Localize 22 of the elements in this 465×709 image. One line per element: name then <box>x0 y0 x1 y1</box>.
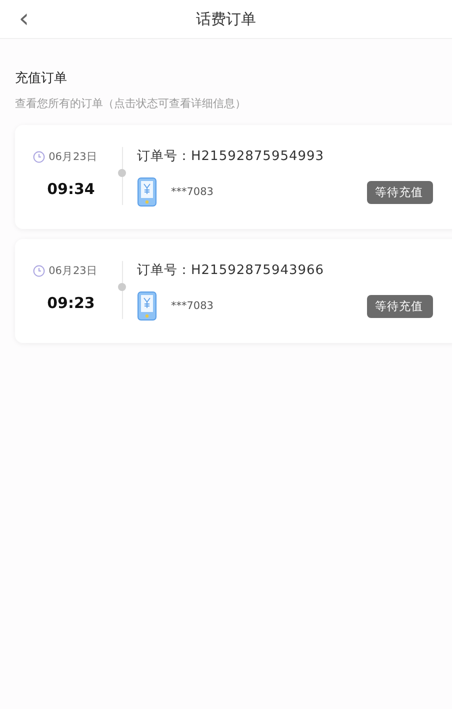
order-time: 09:34 <box>46 180 95 198</box>
order-number: 订单号：H21592875954993 <box>137 148 326 165</box>
phone-number: ***7083 <box>171 186 214 198</box>
status-button[interactable]: 等待充值 <box>367 294 433 318</box>
order-number: 订单号：H21592875943966 <box>137 262 326 279</box>
back-button[interactable]: ‹ <box>14 7 34 31</box>
phone-icon <box>137 177 157 207</box>
order-card[interactable]: 06月23日 09:23 订单号：H21592875943966 ***7083 等待充值 <box>15 239 452 343</box>
status-button[interactable]: 等待充值 <box>367 180 433 204</box>
phone-icon <box>137 291 157 321</box>
page-title: 话费订单 <box>196 10 256 28</box>
clock-icon <box>32 151 45 163</box>
order-card[interactable]: 06月23日 09:34 订单号：H21592875954993 ***7083 等待充值 <box>15 125 452 229</box>
section-title: 充值订单 <box>15 70 68 87</box>
timeline-dot <box>118 283 126 291</box>
timeline-dot <box>118 169 126 177</box>
order-time: 09:23 <box>46 294 95 312</box>
section-subtitle: 查看您所有的订单（点击状态可查看详细信息） <box>15 96 247 111</box>
order-date: 06月23日 <box>48 150 98 164</box>
phone-number: ***7083 <box>171 300 214 312</box>
order-date: 06月23日 <box>48 264 98 278</box>
clock-icon <box>32 265 45 277</box>
